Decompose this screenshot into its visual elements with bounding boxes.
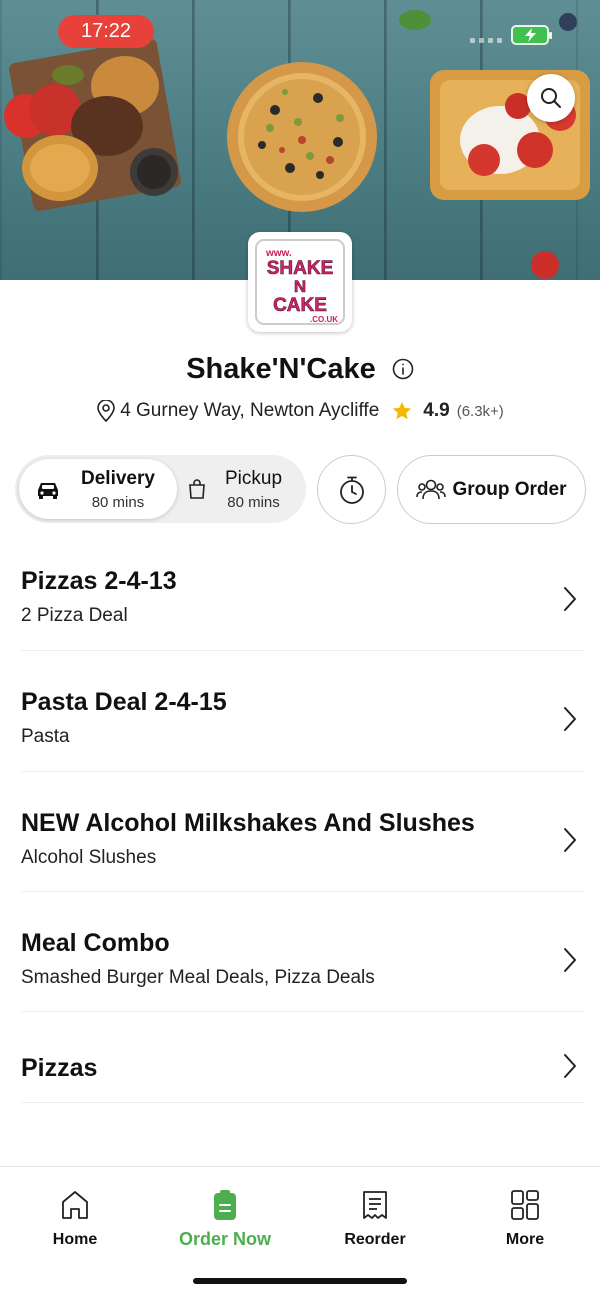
group-order-button[interactable]: Group Order <box>397 455 586 524</box>
category-title: Pizzas 2-4-13 <box>21 567 177 595</box>
category-subtitle: Smashed Burger Meal Deals, Pizza Deals <box>21 967 375 988</box>
delivery-option[interactable]: Delivery 80 mins <box>19 459 177 519</box>
nav-reorder[interactable]: Reorder <box>300 1189 450 1249</box>
battery-icon <box>511 25 552 45</box>
delivery-time: 80 mins <box>91 493 145 511</box>
chevron-right-icon <box>564 587 576 611</box>
store-name-row: Shake'N'Cake <box>0 352 600 386</box>
chevron-right-icon <box>564 707 576 731</box>
shopping-bag-icon <box>189 479 205 499</box>
search-button[interactable] <box>527 74 575 122</box>
nav-order-now[interactable]: Order Now <box>150 1189 300 1250</box>
signal-icon <box>470 38 502 43</box>
category-item[interactable]: Meal Combo Smashed Burger Meal Deals, Pi… <box>21 892 585 1012</box>
chevron-right-icon <box>564 828 576 852</box>
location-pin-icon <box>97 400 115 422</box>
grid-icon <box>511 1190 539 1220</box>
nav-more-label: More <box>505 1231 545 1248</box>
info-icon[interactable] <box>392 358 414 380</box>
category-title: Pasta Deal 2-4-15 <box>21 688 227 716</box>
category-item[interactable]: Pasta Deal 2-4-15 Pasta <box>21 651 585 772</box>
store-name: Shake'N'Cake <box>186 352 376 385</box>
svg-text:CAKE: CAKE <box>273 295 327 316</box>
svg-text:N: N <box>294 277 306 296</box>
group-order-label: Group Order <box>452 478 567 500</box>
svg-text:.CO.UK: .CO.UK <box>310 315 338 324</box>
search-icon <box>541 88 561 108</box>
pickup-time: 80 mins <box>227 493 280 511</box>
category-list: Pizzas 2-4-13 2 Pizza Deal Pasta Deal 2-… <box>21 531 585 1103</box>
home-indicator[interactable] <box>193 1278 407 1284</box>
category-title: Meal Combo <box>21 929 170 957</box>
category-item[interactable]: NEW Alcohol Milkshakes And Slushes Alcoh… <box>21 772 585 892</box>
category-title: Pizzas <box>21 1054 98 1082</box>
address-row: 4 Gurney Way, Newton Aycliffe 4.9 (6.3k+… <box>0 400 600 422</box>
schedule-button[interactable] <box>317 455 386 524</box>
rating-value: 4.9 <box>423 400 450 421</box>
receipt-icon <box>363 1191 387 1219</box>
pickup-label: Pickup <box>225 467 283 489</box>
category-subtitle: 2 Pizza Deal <box>21 605 128 626</box>
group-icon <box>416 479 447 499</box>
home-icon <box>62 1191 88 1219</box>
category-item[interactable]: Pizzas <box>21 1012 585 1103</box>
order-icon <box>214 1190 236 1220</box>
category-item[interactable]: Pizzas 2-4-13 2 Pizza Deal <box>21 531 585 651</box>
nav-more[interactable]: More <box>450 1189 600 1249</box>
store-logo: www. SHAKE N CAKE .CO.UK <box>248 232 352 332</box>
category-subtitle: Pasta <box>21 726 70 747</box>
nav-order-now-label: Order Now <box>178 1229 271 1249</box>
store-address: 4 Gurney Way, Newton Aycliffe <box>120 400 380 421</box>
chevron-right-icon <box>564 948 576 972</box>
stopwatch-icon <box>339 476 364 504</box>
delivery-label: Delivery <box>81 467 155 489</box>
nav-home-label: Home <box>52 1231 98 1248</box>
star-icon <box>393 401 412 420</box>
fulfillment-toggle: Delivery 80 mins Pickup 80 mins <box>15 455 306 523</box>
status-time: 17:22 <box>58 15 154 48</box>
rating-count: (6.3k+) <box>456 402 504 420</box>
category-title: NEW Alcohol Milkshakes And Slushes <box>21 809 475 837</box>
chevron-right-icon <box>564 1054 576 1078</box>
category-subtitle: Alcohol Slushes <box>21 847 157 868</box>
pickup-option[interactable]: Pickup 80 mins <box>181 459 302 519</box>
svg-text:SHAKE: SHAKE <box>267 258 334 279</box>
car-icon <box>38 483 58 499</box>
nav-home[interactable]: Home <box>0 1189 150 1249</box>
nav-reorder-label: Reorder <box>344 1231 406 1248</box>
